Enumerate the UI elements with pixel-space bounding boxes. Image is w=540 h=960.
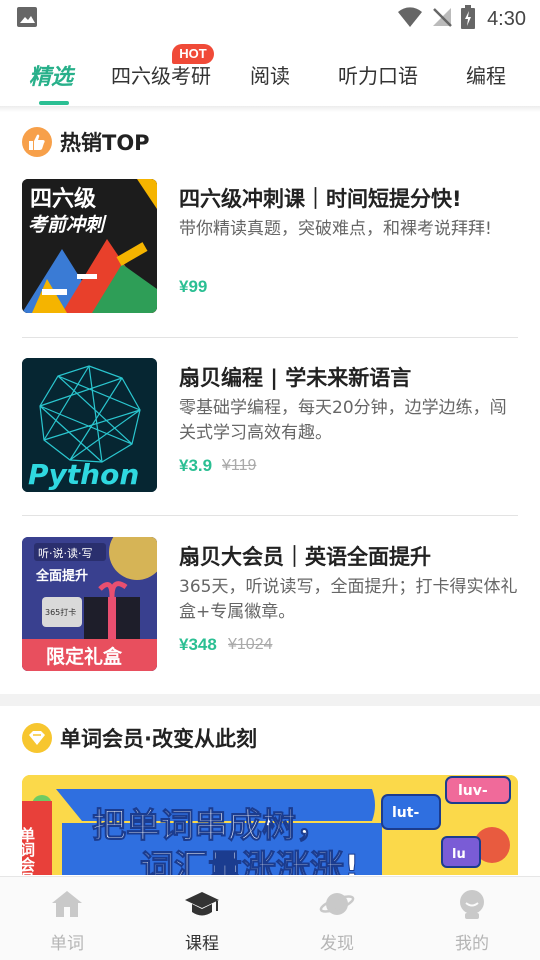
vocab-section-header: 单词会员·改变从此刻 xyxy=(22,723,257,753)
divider xyxy=(22,515,518,516)
product-price: ¥99 xyxy=(179,277,208,296)
nav-label-courses: 课程 xyxy=(185,934,219,954)
no-signal-icon xyxy=(431,6,453,32)
nav-label-profile: 我的 xyxy=(455,934,489,954)
battery-charging-icon xyxy=(461,5,476,33)
product-original-price: ¥1024 xyxy=(228,636,273,653)
hot-badge: HOT xyxy=(172,44,214,64)
product-thumbnail: Python xyxy=(22,358,157,492)
product-thumbnail: 听·说·读·写 全面提升 365打卡 限定礼盒 xyxy=(22,537,157,671)
product-card-membership[interactable]: 听·说·读·写 全面提升 365打卡 限定礼盒 扇贝大会员｜英语全面提升 365… xyxy=(22,537,518,671)
planet-icon xyxy=(319,889,355,923)
thumb-text-skills: 听·说·读·写 xyxy=(38,546,93,560)
active-tab-indicator xyxy=(39,101,69,105)
bottom-navigation: 单词 课程 发现 我的 xyxy=(0,876,540,960)
home-icon xyxy=(50,889,84,923)
banner-side-tag: 单词会员 xyxy=(22,826,36,875)
product-description: 带你精读真题，突破难点，和裸考说拜拜! xyxy=(179,219,492,239)
category-tabs: 精选 四六级考研 HOT 阅读 听力口语 编程 xyxy=(0,40,540,106)
banner-chip-luv: luv- xyxy=(458,783,488,799)
product-price: ¥348 xyxy=(179,635,217,654)
nav-label-words: 单词 xyxy=(50,934,84,954)
profile-icon xyxy=(455,889,489,923)
tab-programming[interactable]: 编程 xyxy=(466,60,506,89)
divider xyxy=(22,337,518,338)
banner-headline-2: 词汇量涨涨涨! xyxy=(140,848,360,875)
tab-featured[interactable]: 精选 xyxy=(29,59,73,91)
wifi-icon xyxy=(397,6,423,32)
thumb-text-checkin: 365打卡 xyxy=(45,607,76,617)
graduation-cap-icon xyxy=(184,889,220,923)
tab-listening-speaking[interactable]: 听力口语 xyxy=(338,60,418,89)
nav-item-courses[interactable]: 课程 xyxy=(162,889,242,955)
thumb-text-cet: 四六级 xyxy=(30,186,96,212)
product-title: 扇贝编程 | 学未来新语言 xyxy=(179,366,412,390)
status-bar: 4:30 xyxy=(0,0,540,38)
section-separator xyxy=(0,694,540,706)
tab-reading[interactable]: 阅读 xyxy=(250,60,290,89)
nav-item-discover[interactable]: 发现 xyxy=(297,889,377,955)
thumb-text-improve: 全面提升 xyxy=(35,568,88,584)
thumb-text-sprint: 考前冲刺 xyxy=(28,214,107,236)
nav-item-words[interactable]: 单词 xyxy=(27,889,107,955)
banner-headline-1: 把单词串成树， xyxy=(92,806,330,846)
product-price: ¥3.9 xyxy=(179,456,213,475)
product-thumbnail: 四六级 考前冲刺 xyxy=(22,179,157,313)
banner-chip-lu: lu xyxy=(452,847,466,862)
thumb-text-python: Python xyxy=(28,458,139,491)
nav-label-discover: 发现 xyxy=(320,934,354,954)
product-original-price: ¥119 xyxy=(222,457,257,474)
nav-item-profile[interactable]: 我的 xyxy=(432,889,512,955)
thumbs-up-icon xyxy=(22,127,52,157)
product-description: 365天，听说读写，全面提升；打卡得实体礼盒+专属徽章。 xyxy=(179,577,518,622)
hot-section-title: 热销TOP xyxy=(60,131,150,155)
product-title: 四六级冲刺课｜时间短提分快! xyxy=(179,187,462,211)
vocab-promo-banner[interactable]: 单词会员 把单词串成树， 词汇量涨涨涨! lut- luv- lu xyxy=(22,775,518,875)
product-description: 零基础学编程，每天20分钟，边学边练，闯关式学习高效有趣。 xyxy=(179,398,507,443)
product-card-cet[interactable]: 四六级 考前冲刺 四六级冲刺课｜时间短提分快! 带你精读真题，突破难点，和裸考说… xyxy=(22,179,518,313)
diamond-icon xyxy=(22,723,52,753)
vocab-section-title: 单词会员·改变从此刻 xyxy=(60,727,257,751)
image-notification-icon xyxy=(16,6,38,32)
thumb-text-gift: 限定礼盒 xyxy=(46,645,123,668)
banner-chip-lut: lut- xyxy=(392,805,419,821)
product-card-python[interactable]: Python 扇贝编程 | 学未来新语言 零基础学编程，每天20分钟，边学边练，… xyxy=(22,358,518,492)
hot-section-header: 热销TOP xyxy=(22,127,150,157)
tabs-shadow xyxy=(0,106,540,112)
status-clock: 4:30 xyxy=(487,7,526,30)
tab-cet-exam[interactable]: 四六级考研 xyxy=(111,60,211,89)
product-title: 扇贝大会员｜英语全面提升 xyxy=(179,545,431,569)
